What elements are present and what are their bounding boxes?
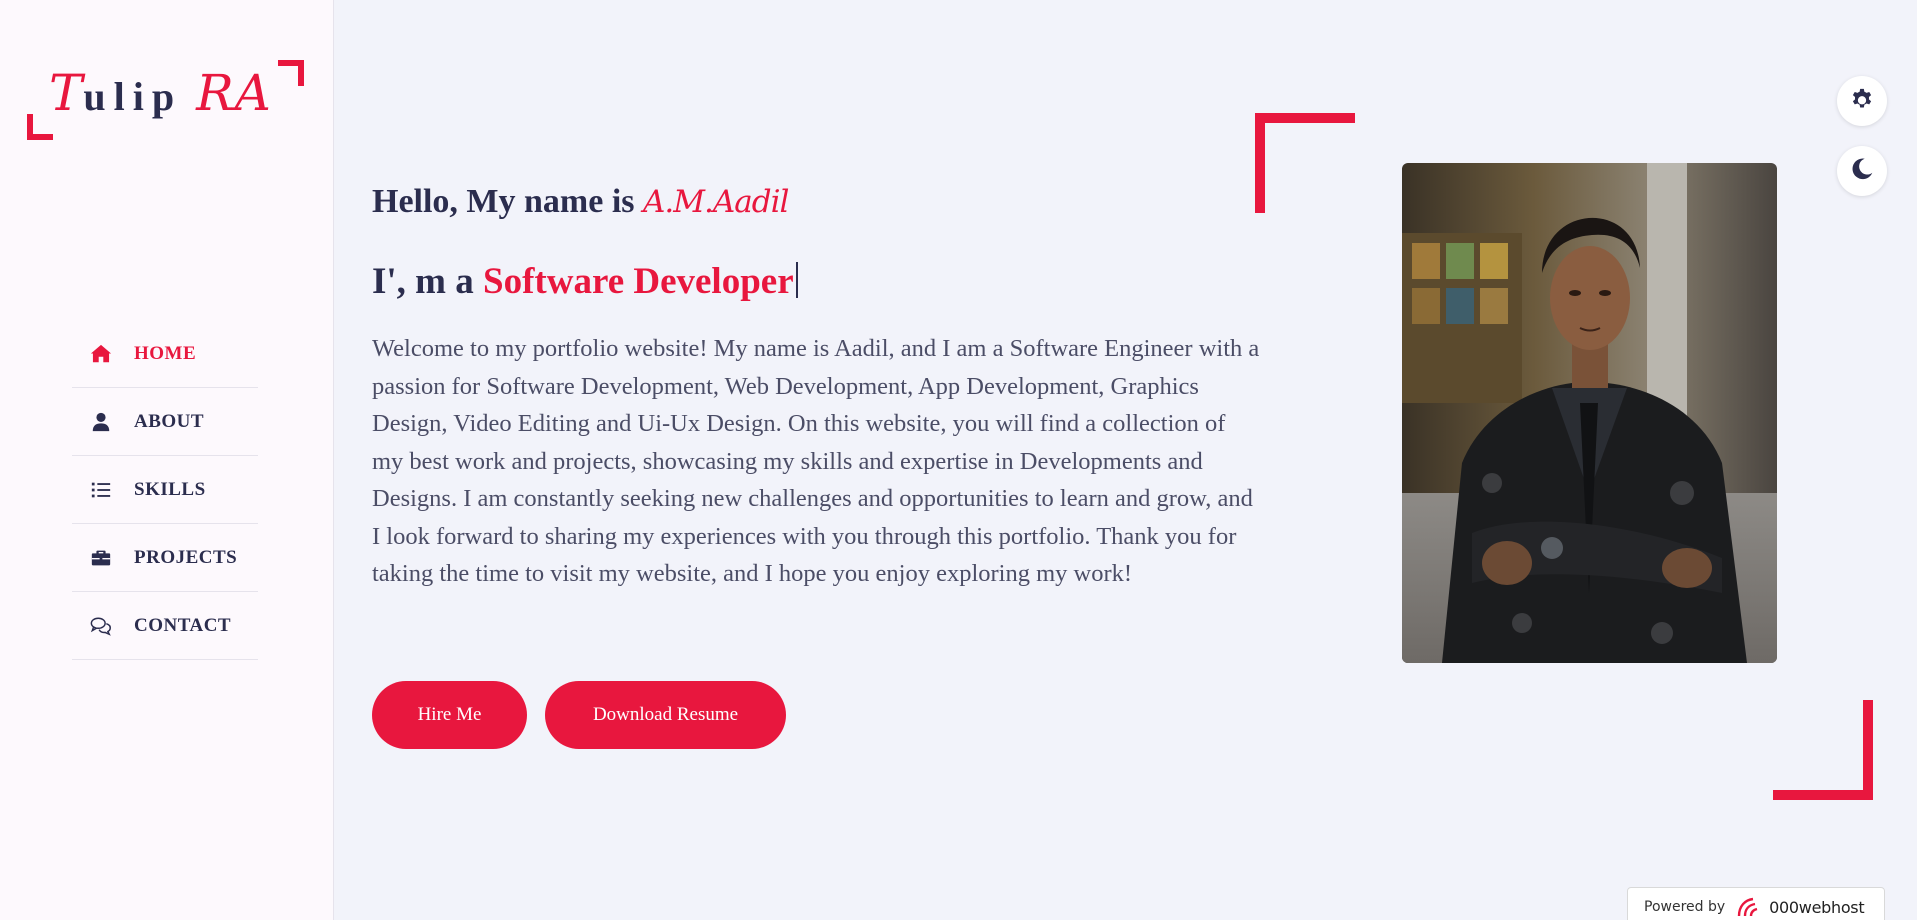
sidebar: Tulip RA HOME ABOUT SKILLS PROJECTS CONT… [0, 0, 334, 920]
theme-toggle-button[interactable] [1837, 146, 1887, 196]
role-prefix: I', m a [372, 261, 483, 302]
nav-item-label: CONTACT [134, 614, 232, 636]
chat-icon [88, 615, 114, 637]
nav-item-label: ABOUT [134, 410, 205, 432]
nav-item-contact[interactable]: CONTACT [72, 592, 258, 660]
greeting: Hello, My name is A.M.Aadil [372, 183, 789, 221]
settings-button[interactable] [1837, 76, 1887, 126]
moon-icon [1849, 156, 1875, 187]
role-highlight: Software Developer [483, 261, 794, 302]
logo-suffix: RA [196, 64, 272, 122]
photo-frame-corner-bottom-right [1773, 700, 1873, 800]
briefcase-icon [88, 547, 114, 569]
powered-by-badge[interactable]: Powered by 000webhost [1627, 887, 1885, 920]
powered-by-text: Powered by [1644, 899, 1726, 915]
webhost-brand: 000webhost [1769, 897, 1865, 917]
logo-bracket-top-right [278, 60, 304, 86]
nav-item-skills[interactable]: SKILLS [72, 456, 258, 524]
intro-paragraph: Welcome to my portfolio website! My name… [372, 335, 1260, 587]
hire-me-button[interactable]: Hire Me [372, 681, 527, 749]
nav-item-label: HOME [134, 342, 197, 364]
main-nav: HOME ABOUT SKILLS PROJECTS CONTACT [72, 320, 258, 660]
greeting-prefix: Hello, My name is [372, 183, 644, 220]
webhost-logo-icon [1735, 896, 1765, 918]
nav-item-projects[interactable]: PROJECTS [72, 524, 258, 592]
download-resume-button[interactable]: Download Resume [545, 681, 786, 749]
logo-initial: T [49, 64, 84, 122]
nav-item-home[interactable]: HOME [72, 320, 258, 388]
role-heading: I', m a Software Developer [372, 260, 798, 303]
photo-frame-corner-top-left [1255, 113, 1355, 213]
gear-icon [1849, 86, 1875, 117]
site-logo[interactable]: Tulip RA [27, 60, 304, 140]
greeting-name: A.M.Aadil [643, 184, 789, 220]
typing-cursor [795, 262, 798, 298]
home-icon [88, 343, 114, 365]
user-icon [88, 411, 114, 433]
nav-item-label: PROJECTS [134, 546, 238, 568]
logo-word: ulip [83, 74, 183, 119]
nav-item-label: SKILLS [134, 478, 206, 500]
list-icon [88, 479, 114, 501]
logo-text: Tulip RA [49, 64, 272, 123]
nav-item-about[interactable]: ABOUT [72, 388, 258, 456]
profile-photo [1402, 163, 1777, 663]
